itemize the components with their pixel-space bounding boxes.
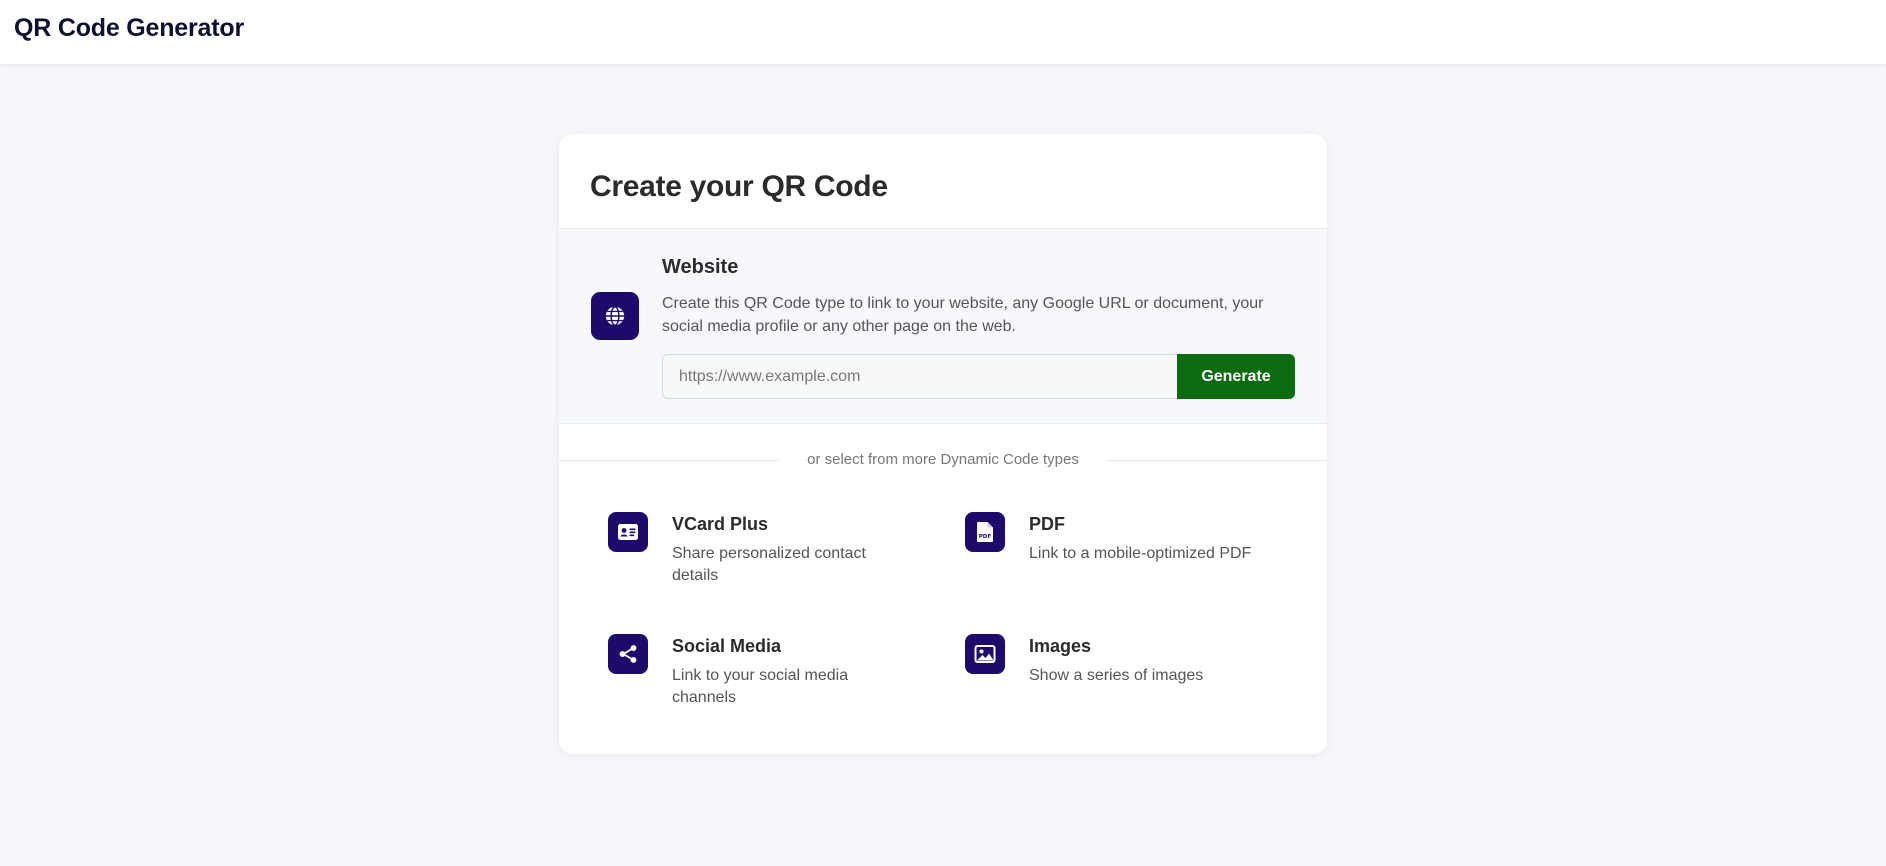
type-description: Link to your social media channels [672,667,849,706]
type-option-pdf[interactable]: PDF PDF Link to a mobile-optimized PDF [965,512,1285,602]
type-title: Images [1029,636,1092,656]
website-description: Create this QR Code type to link to your… [662,295,1264,335]
type-description: Show a series of images [1029,667,1204,684]
generate-button[interactable]: Generate [1177,354,1295,399]
type-option-images[interactable]: Images Show a series of images [965,634,1285,724]
website-title: Website [662,256,739,278]
type-option-vcard[interactable]: VCard Plus Share personalized contact de… [608,512,928,602]
create-qr-card: Create your QR Code Website Create this … [559,134,1327,754]
url-input[interactable] [662,354,1178,399]
type-title: Social Media [672,636,782,656]
page-title: Create your QR Code [590,170,888,203]
share-icon [608,634,648,674]
brand-title[interactable]: QR Code Generator [14,14,244,43]
image-icon [965,634,1005,674]
top-bar: QR Code Generator [0,0,1886,64]
type-title: PDF [1029,514,1065,534]
type-description: Link to a mobile-optimized PDF [1029,545,1252,562]
vcard-icon [608,512,648,552]
divider-line-right [1107,460,1327,461]
pdf-icon: PDF [965,512,1005,552]
svg-text:PDF: PDF [979,534,992,540]
globe-icon [591,292,639,340]
type-description: Share personalized contact details [672,545,866,584]
type-option-social-media[interactable]: Social Media Link to your social media c… [608,634,928,724]
type-title: VCard Plus [672,514,769,534]
